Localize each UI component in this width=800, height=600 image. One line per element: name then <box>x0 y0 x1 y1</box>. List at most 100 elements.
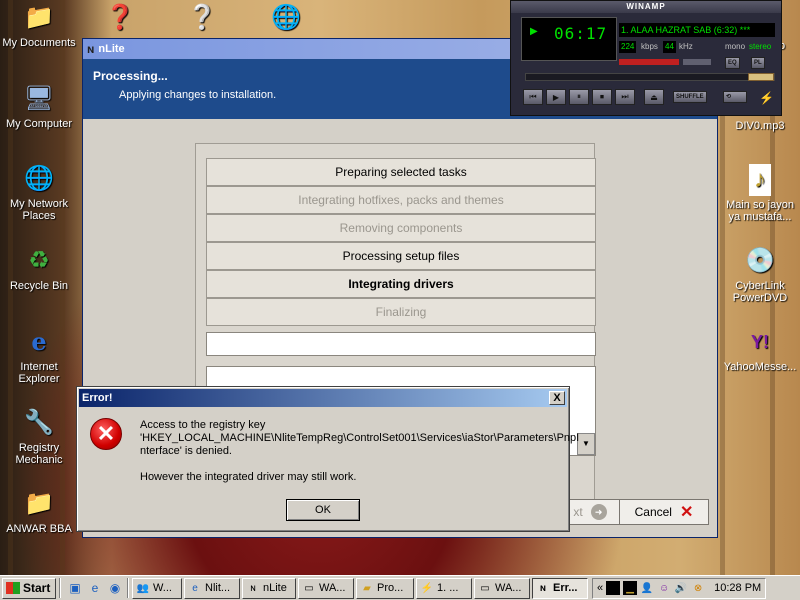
speaker-icon[interactable]: 🔊 <box>674 581 688 595</box>
winamp-song-title[interactable]: 1. ALAA HAZRAT SAB (6:32) *** <box>619 23 775 37</box>
winamp-time[interactable]: 06:17 <box>554 24 607 43</box>
desktop-icon-network-shortcut[interactable]: 🌐 <box>248 2 324 37</box>
globe-icon: 🌐 <box>271 4 301 31</box>
seek-bar[interactable] <box>525 73 775 81</box>
task-setup-files: Processing setup files <box>206 242 596 270</box>
desktop-icon-label: My Documents <box>2 37 76 49</box>
ie-icon: e <box>192 582 198 594</box>
seek-handle[interactable] <box>748 73 774 81</box>
taskbar-button-label: Nlit... <box>205 582 231 594</box>
yahoo-icon: Y! <box>751 332 769 352</box>
error-line-1: Access to the registry key <box>140 419 266 431</box>
winamp-logo-icon[interactable]: ⚡ <box>759 91 774 105</box>
desktop-icon-div0-mp3[interactable]: DIV0.mp3 <box>722 120 798 132</box>
yahoo-tray-icon[interactable]: ☺ <box>657 581 671 595</box>
pl-toggle[interactable]: PL <box>751 57 765 69</box>
taskbar-button-wa-2[interactable]: ▭ WA... <box>474 577 530 599</box>
taskbar-button-winamp[interactable]: ⚡ 1. ... <box>416 577 472 599</box>
volume-slider[interactable] <box>619 59 679 65</box>
winamp-khz-label: kHz <box>679 42 693 51</box>
taskbar-separator <box>59 578 61 598</box>
taskbar-button-nlite[interactable]: ɴ nLite <box>242 577 296 599</box>
pause-icon[interactable]: ⏸ <box>569 89 589 105</box>
error-line-2: 'HKEY_LOCAL_MACHINE\NliteTempReg\Control… <box>140 432 580 444</box>
desktop-icon-help[interactable]: ❓ <box>82 2 158 37</box>
desktop-icon-internet-explorer[interactable]: e Internet Explorer <box>1 326 77 386</box>
taskbar-button-label: W... <box>153 582 172 594</box>
play-icon[interactable]: ▶ <box>546 89 566 105</box>
taskbar-button-nlite-ie[interactable]: e Nlit... <box>184 577 240 599</box>
next-label: xt <box>573 505 583 519</box>
error-titlebar[interactable]: Error! X <box>79 389 567 407</box>
task-drivers: Integrating drivers <box>206 270 596 298</box>
cancel-button[interactable]: Cancel ✕ <box>619 499 709 525</box>
desktop-icon-network[interactable]: 🌐 My Network Places <box>1 163 77 223</box>
desktop-icon-my-computer[interactable]: 🖥 My Computer <box>1 83 77 131</box>
clock[interactable]: 10:28 PM <box>714 582 761 594</box>
desktop-icon-main-so-jayon[interactable]: ♪ Main so jayon ya mustafa... <box>722 164 798 223</box>
chevron-down-icon[interactable]: ▼ <box>577 433 595 455</box>
windows-explorer-icon: 👥 <box>136 582 150 594</box>
windows-logo-icon <box>6 582 20 594</box>
help-icon: ❓ <box>105 4 135 31</box>
desktop-icon-anwar-bba[interactable]: 📁 ANWAR BBA <box>1 488 77 536</box>
cancel-label: Cancel <box>634 505 672 519</box>
desktop-icon-powerdvd[interactable]: 💿 CyberLink PowerDVD <box>722 245 798 305</box>
start-button[interactable]: Start <box>2 577 56 599</box>
ok-button[interactable]: OK <box>286 499 360 521</box>
desktop-icon-registry-mechanic[interactable]: 🔧 Registry Mechanic <box>1 407 77 467</box>
taskbar-button-label: Pro... <box>377 582 404 594</box>
winamp-window: WINAMP ▶ 06:17 1. ALAA HAZRAT SAB (6:32)… <box>510 0 782 116</box>
desktop-icon-label: ANWAR BBA <box>6 523 72 535</box>
close-button[interactable]: X <box>549 391 565 405</box>
play-indicator-icon: ▶ <box>530 26 538 37</box>
folder-icon: 📁 <box>24 490 54 517</box>
task-preparing: Preparing selected tasks <box>206 158 596 186</box>
drive-icon: ▭ <box>304 582 314 594</box>
system-tray: « ▁ 👤 ☺ 🔊 ⊗ 10:28 PM <box>592 577 767 599</box>
taskbar-button-pro[interactable]: ▰ Pro... <box>356 577 414 599</box>
winamp-tray-icon[interactable]: ▁ <box>623 581 638 595</box>
stop-icon[interactable]: ⏹ <box>592 89 612 105</box>
desktop-icon-label: Main so jayon ya mustafa... <box>726 199 794 223</box>
eq-toggle[interactable]: EQ <box>725 57 740 69</box>
taskbar-button-label: WA... <box>495 582 522 594</box>
powerdvd-icon: 💿 <box>745 247 775 274</box>
desktop-icon-recycle-bin[interactable]: ♻ Recycle Bin <box>1 245 77 293</box>
balance-slider[interactable] <box>683 59 711 65</box>
monitor-icon[interactable] <box>606 581 621 595</box>
close-icon: ✕ <box>679 504 694 521</box>
error-line-3: nterface' is denied. <box>140 445 232 457</box>
desktop-icon-help-file[interactable]: ❔ <box>164 2 240 37</box>
start-label: Start <box>23 581 51 595</box>
taskbar-button-wa-1[interactable]: ▭ WA... <box>298 577 354 599</box>
nlite-icon: ɴ <box>250 582 256 594</box>
network-icon: 🌐 <box>24 165 54 192</box>
winamp-display: ▶ 06:17 <box>521 17 617 61</box>
desktop-icon-label: My Computer <box>5 118 73 130</box>
repeat-icon[interactable]: ⟲ <box>723 91 747 103</box>
media-player-icon[interactable]: ◉ <box>106 579 124 597</box>
taskbar-button-error[interactable]: ɴ Err... <box>532 577 588 599</box>
winamp-stereo: stereo <box>749 42 772 51</box>
ie-icon[interactable]: e <box>86 579 104 597</box>
winamp-titlebar[interactable]: WINAMP <box>511 1 781 13</box>
taskbar: Start ▣ e ◉ 👥 W... e Nlit... ɴ nLite ▭ W… <box>0 575 800 600</box>
desktop-icon-my-documents[interactable]: 📁 My Documents <box>1 2 77 50</box>
previous-icon[interactable]: ⏮ <box>523 89 543 105</box>
antivirus-icon[interactable]: ⊗ <box>691 581 705 595</box>
winamp-controls: ⏮ ▶ ⏸ ⏹ ⏭ ⏏ <box>523 89 664 105</box>
shuffle-toggle[interactable]: SHUFFLE <box>673 91 707 103</box>
desktop-icon-yahoo[interactable]: Y! YahooMesse... <box>722 326 798 373</box>
messenger-icon[interactable]: 👤 <box>640 581 654 595</box>
show-desktop-icon[interactable]: ▣ <box>66 579 84 597</box>
ie-icon: e <box>31 327 47 356</box>
taskbar-button-explorer[interactable]: 👥 W... <box>132 577 182 599</box>
next-icon[interactable]: ⏭ <box>615 89 635 105</box>
desktop-icon-label: Registry Mechanic <box>15 442 63 466</box>
tray-expand-icon[interactable]: « <box>597 582 603 594</box>
progress-bar <box>206 332 596 356</box>
arrow-right-icon: ➜ <box>590 504 607 520</box>
eject-icon[interactable]: ⏏ <box>644 89 664 105</box>
desktop-icon-label: DIV0.mp3 <box>735 120 785 132</box>
